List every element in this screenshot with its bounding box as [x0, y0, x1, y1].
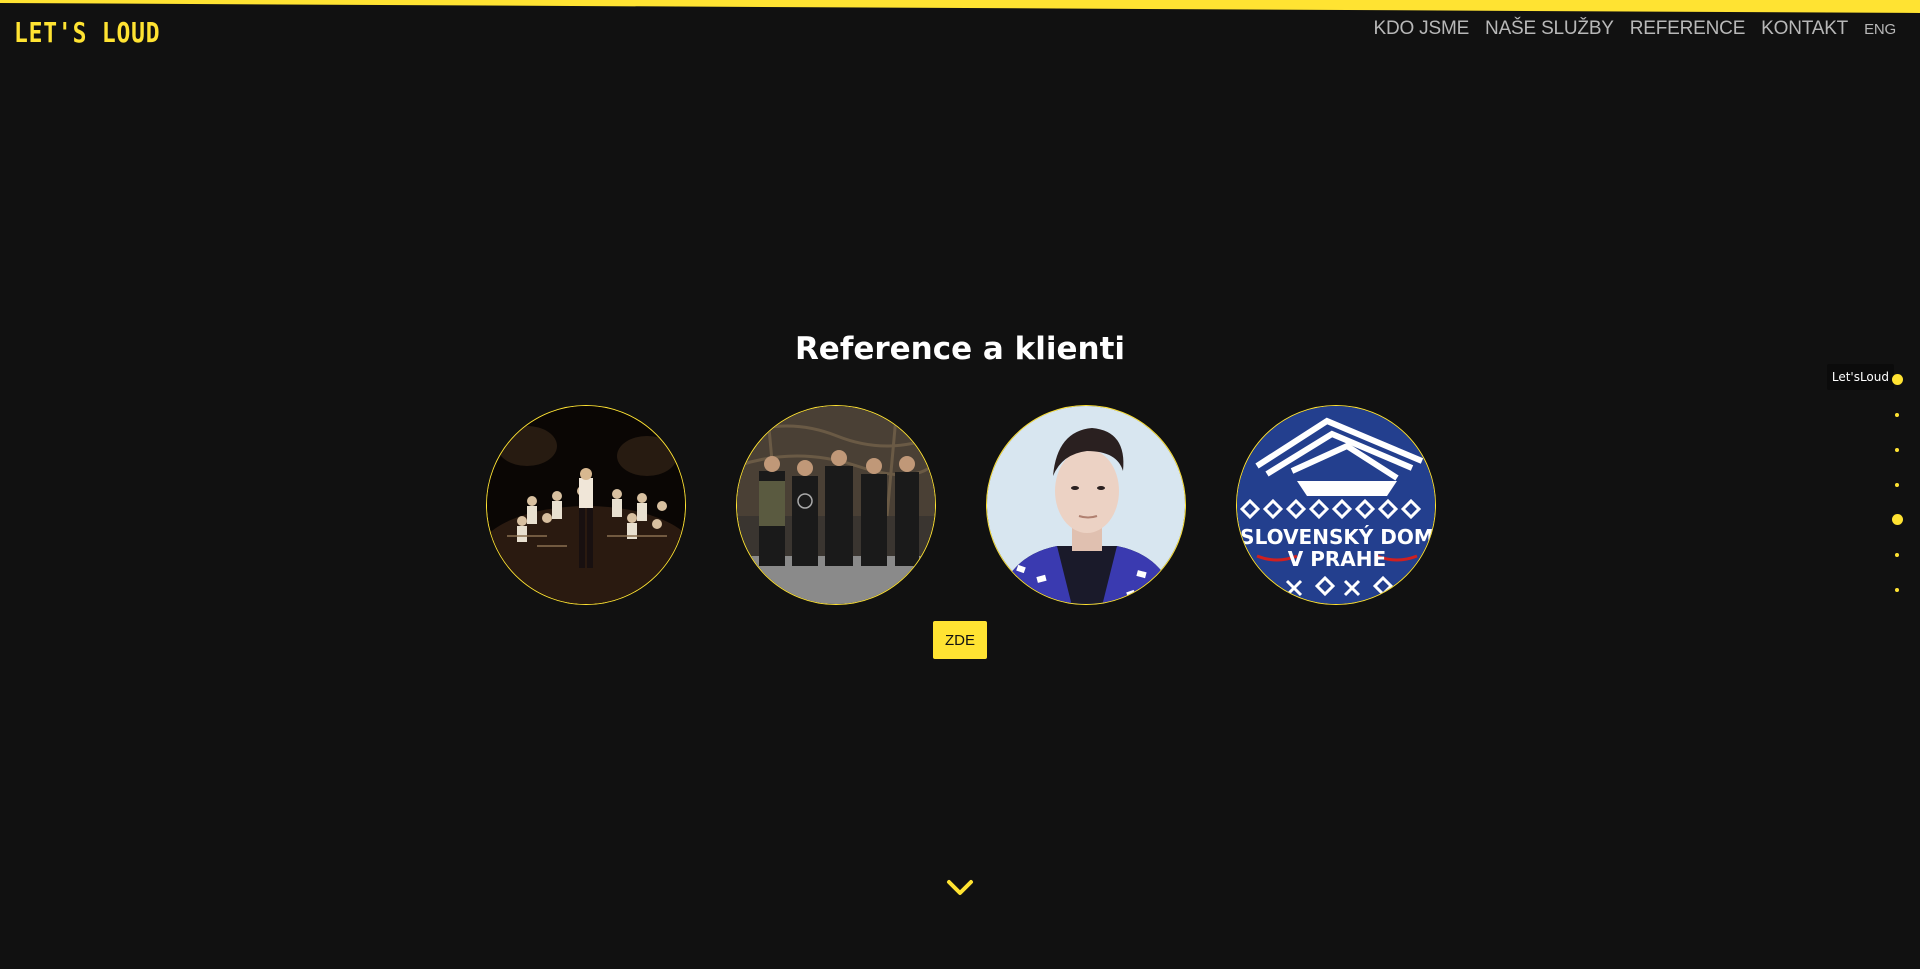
section-title: Reference a klienti: [794, 331, 1126, 367]
main-nav: KDO JSME NAŠE SLUŽBY REFERENCE KONTAKT E…: [1374, 18, 1897, 40]
dot-nav-item-6[interactable]: [1895, 553, 1899, 557]
slovensky-dom-logo: SLOVENSKÝ DOM V PRAHE: [1237, 406, 1435, 604]
chevron-down-icon[interactable]: [945, 876, 975, 898]
dot-nav-item-4[interactable]: [1895, 483, 1899, 487]
reference-singer[interactable]: [986, 405, 1186, 605]
site-logo[interactable]: LET'S LOUD: [14, 16, 160, 49]
logo-text-line2: V PRAHE: [1288, 547, 1386, 571]
reference-orchestra[interactable]: [486, 405, 686, 605]
dot-nav-item-3[interactable]: [1895, 448, 1899, 452]
reference-list: SLOVENSKÝ DOM V PRAHE: [486, 405, 1436, 605]
dot-nav-tooltip: Let'sLoud: [1826, 364, 1894, 390]
logo-text-line1: SLOVENSKÝ DOM: [1240, 525, 1434, 549]
nav-item-nase-sluzby[interactable]: NAŠE SLUŽBY: [1485, 18, 1614, 40]
dot-nav-item-7[interactable]: [1895, 588, 1899, 592]
top-accent-stripe: [0, 0, 1920, 16]
nav-item-kdo-jsme[interactable]: KDO JSME: [1374, 18, 1470, 40]
band-image: [737, 406, 935, 604]
dot-nav-item-5[interactable]: [1892, 514, 1903, 525]
language-switch[interactable]: ENG: [1864, 21, 1896, 38]
dot-nav-item-2[interactable]: [1895, 413, 1899, 417]
dot-nav-item-1[interactable]: [1892, 374, 1903, 385]
nav-item-reference[interactable]: REFERENCE: [1630, 18, 1746, 40]
section-dot-nav: Let'sLoud: [1800, 364, 1920, 604]
zde-button[interactable]: ZDE: [933, 621, 987, 659]
orchestra-image: [487, 406, 685, 604]
singer-image: [987, 406, 1185, 604]
reference-slovensky-dom[interactable]: SLOVENSKÝ DOM V PRAHE: [1236, 405, 1436, 605]
nav-item-kontakt[interactable]: KONTAKT: [1761, 18, 1848, 40]
reference-band[interactable]: [736, 405, 936, 605]
